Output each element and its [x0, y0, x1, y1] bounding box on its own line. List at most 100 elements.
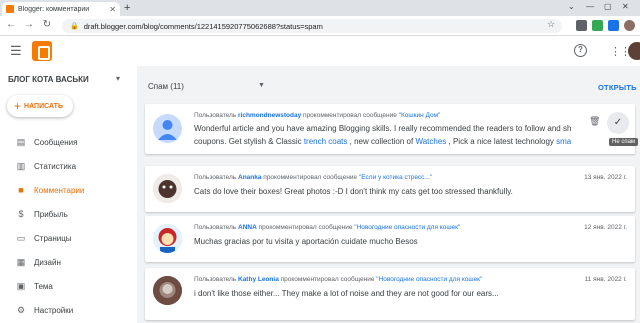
comments-panel: Спам (11) ▼ ОТКРЫТЬ Пользователь richmon… — [137, 66, 640, 323]
comments-icon: ■ — [18, 185, 24, 195]
blogger-logo-icon[interactable] — [32, 41, 52, 61]
comment-post-link[interactable]: "Если у котика стресс..." — [359, 174, 432, 181]
meta-action: прокомментировал сообщение — [280, 276, 375, 283]
extension-icon[interactable] — [608, 20, 619, 31]
comment-text: Muchas gracias por tu visita y aportació… — [194, 237, 418, 246]
comment-author[interactable]: Ananka — [238, 174, 261, 181]
sidebar-item-settings[interactable]: ⚙ Настройки — [0, 298, 132, 322]
meta-action: прокомментировал сообщение — [303, 112, 397, 119]
avatar — [153, 174, 182, 203]
meta-prefix: Пользователь — [194, 224, 237, 231]
meta-prefix: Пользователь — [194, 174, 237, 181]
comment-post-link[interactable]: "Новогодние опасности для кошек" — [376, 276, 482, 283]
comment-post-link[interactable]: "Новогодние опасности для кошек" — [354, 224, 460, 231]
stats-icon: ▥ — [16, 160, 26, 171]
open-button[interactable]: ОТКРЫТЬ — [598, 83, 637, 92]
comment-text-segment: coupons. Get stylish & Classic — [194, 137, 304, 146]
comment-link[interactable]: Watches — [415, 137, 446, 146]
tab-title: Blogger: комментарии — [18, 5, 90, 13]
comment-text: Cats do love their boxes! Great photos :… — [194, 187, 513, 196]
comment-link[interactable]: trench coats — [304, 137, 348, 146]
comment-author[interactable]: ANNA — [238, 224, 257, 231]
chevron-down-icon[interactable]: ▾ — [116, 74, 120, 83]
comment-meta: Пользователь Ananka прокомментировал соо… — [194, 174, 432, 181]
comment-card[interactable]: Пользователь richmondnewstoday прокоммен… — [145, 104, 635, 154]
comment-text: Wonderful article and you have amazing B… — [194, 124, 596, 133]
chevron-down-icon[interactable]: ▼ — [258, 82, 265, 89]
sidebar-item-comments[interactable]: ■ Комментарии — [0, 178, 132, 202]
settings-icon: ⚙ — [16, 304, 26, 315]
comment-text-segment: , new collection of — [347, 137, 416, 146]
back-icon[interactable]: ← — [4, 19, 18, 30]
default-avatar-icon — [153, 114, 182, 143]
meta-prefix: Пользователь — [194, 112, 237, 119]
blog-title[interactable]: БЛОГ КОТА ВАСЬКИ — [8, 75, 89, 84]
comment-date: 11 янв. 2022 г. — [584, 276, 627, 283]
layout-icon: ▦ — [16, 256, 26, 267]
comment-text-segment: Wonderful article and you have amazing B… — [194, 124, 586, 133]
sidebar-item-label: Настройки — [34, 305, 74, 315]
menu-icon[interactable]: ☰ — [10, 43, 22, 59]
sidebar-item-earnings[interactable]: $ Прибыль — [0, 202, 132, 226]
star-icon[interactable]: ☆ — [544, 19, 558, 30]
delete-icon[interactable]: 🗑 — [589, 116, 600, 127]
sidebar-item-label: Комментарии — [34, 185, 85, 195]
plus-icon: + — [14, 99, 22, 113]
new-tab-icon[interactable]: + — [124, 2, 130, 14]
sidebar-item-pages[interactable]: ▭ Страницы — [0, 226, 132, 250]
meta-prefix: Пользователь — [194, 276, 237, 283]
not-spam-tooltip: Не спам — [609, 138, 639, 146]
browser-tab[interactable]: Blogger: комментарии ✕ — [2, 2, 120, 16]
sidebar-item-label: Статистика — [34, 161, 77, 171]
comment-post-link[interactable]: "Кошкин Дом" — [399, 112, 441, 119]
profile-icon[interactable] — [624, 20, 635, 31]
sidebar-item-theme[interactable]: ▣ Тема — [0, 274, 132, 298]
comment-author[interactable]: richmondnewstoday — [238, 112, 301, 119]
comment-author[interactable]: Kathy Leonia — [238, 276, 279, 283]
extension-icon[interactable] — [576, 20, 587, 31]
sidebar-item-label: Сообщения — [34, 137, 78, 147]
blogger-favicon-icon — [6, 5, 14, 13]
comment-meta: Пользователь richmondnewstoday прокоммен… — [194, 112, 440, 119]
avatar — [153, 224, 182, 253]
sidebar: БЛОГ КОТА ВАСЬКИ ▾ + НАПИСАТЬ ▤ Сообщени… — [0, 66, 132, 323]
meta-action: прокомментировал сообщение — [258, 224, 353, 231]
comment-actions: 🗑 ✓ — [571, 104, 635, 154]
comment-date: 13 янв. 2022 г. — [584, 174, 627, 181]
comment-card[interactable]: Пользователь Kathy Leonia прокомментиров… — [145, 268, 635, 320]
app-header: ☰ ? ⋮⋮⋮ — [0, 36, 640, 66]
posts-icon: ▤ — [16, 136, 26, 147]
new-post-button[interactable]: + НАПИСАТЬ — [7, 95, 73, 117]
new-post-label: НАПИСАТЬ — [24, 102, 63, 110]
comment-text: coupons. Get stylish & Classic trench co… — [194, 137, 618, 146]
close-icon[interactable]: ✕ — [109, 5, 116, 14]
sidebar-item-layout[interactable]: ▦ Дизайн — [0, 250, 132, 274]
maximize-icon[interactable]: ▢ — [604, 2, 612, 11]
comment-date: 12 янв. 2022 г. — [584, 224, 627, 231]
address-bar[interactable]: 🔒 draft.blogger.com/blog/comments/122141… — [62, 19, 562, 33]
window-close-icon[interactable]: ✕ — [622, 2, 629, 11]
sidebar-item-label: Тема — [34, 281, 53, 291]
minimize-icon[interactable]: — — [586, 2, 594, 11]
comment-card[interactable]: Пользователь ANNA прокомментировал сообщ… — [145, 216, 635, 262]
chevron-down-icon[interactable]: ⌄ — [568, 2, 575, 11]
comment-meta: Пользователь Kathy Leonia прокомментиров… — [194, 276, 482, 283]
status-filter-dropdown[interactable]: Спам (11) — [148, 82, 184, 91]
meta-action: прокомментировал сообщение — [263, 174, 358, 181]
pages-icon: ▭ — [16, 232, 26, 243]
sidebar-item-posts[interactable]: ▤ Сообщения — [0, 130, 132, 154]
sidebar-item-label: Страницы — [34, 233, 72, 243]
not-spam-button[interactable]: ✓ — [607, 112, 629, 134]
reload-icon[interactable]: ↻ — [40, 19, 54, 30]
extension-icon[interactable] — [592, 20, 603, 31]
url-text: draft.blogger.com/blog/comments/12214159… — [83, 21, 323, 31]
comment-card[interactable]: Пользователь Ananka прокомментировал соо… — [145, 166, 635, 212]
comment-text: i don't like those either... They make a… — [194, 289, 499, 298]
comment-meta: Пользователь ANNA прокомментировал сообщ… — [194, 224, 460, 231]
sidebar-item-stats[interactable]: ▥ Статистика — [0, 154, 132, 178]
avatar[interactable] — [628, 42, 640, 60]
help-icon[interactable]: ? — [574, 44, 587, 57]
browser-tabstrip: Blogger: комментарии ✕ + ⌄ — ▢ ✕ — [0, 0, 640, 16]
forward-icon[interactable]: → — [22, 19, 36, 30]
avatar — [153, 276, 182, 305]
